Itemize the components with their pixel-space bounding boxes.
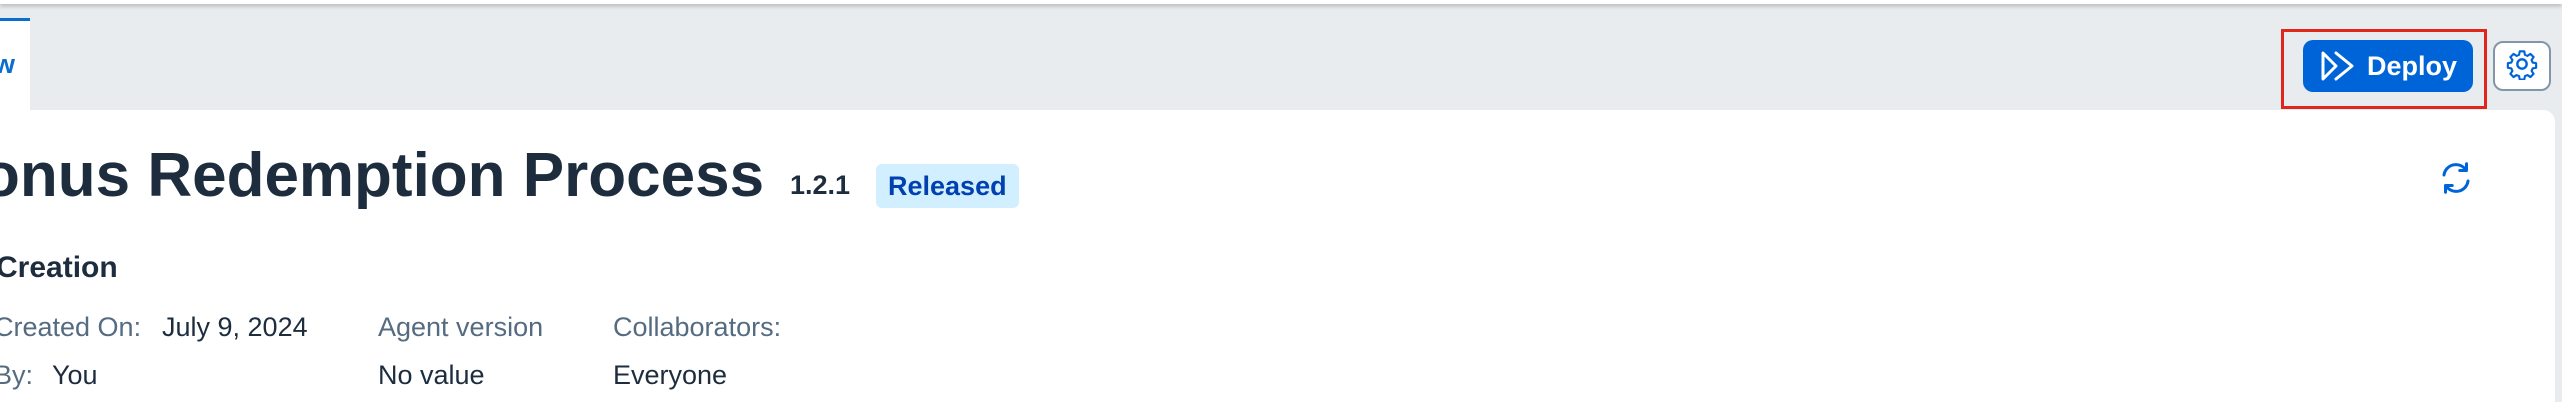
deploy-button[interactable]: Deploy: [2303, 40, 2473, 92]
created-on-value: July 9, 2024: [162, 312, 308, 342]
double-chevron-right-icon: [2321, 51, 2355, 81]
version-label: 1.2.1: [790, 170, 851, 200]
agent-version-value: No value: [378, 360, 485, 390]
collaborators-value: Everyone: [613, 360, 728, 390]
creation-section-title: Creation: [0, 251, 118, 284]
status-badge: Released: [876, 164, 1019, 208]
settings-button[interactable]: [2493, 41, 2551, 91]
gear-icon: [2506, 48, 2538, 85]
agent-version-label: Agent version: [378, 312, 544, 342]
created-by-label: By:: [0, 360, 34, 390]
page-title: onus Redemption Process: [0, 141, 765, 210]
created-on-label: Created On:: [0, 312, 142, 342]
app-page: w Deploy onus Redemption Process 1.2.1 R…: [0, 0, 2562, 402]
deploy-label: Deploy: [2367, 50, 2458, 81]
created-by-value: You: [52, 360, 98, 390]
refresh-icon[interactable]: [2438, 160, 2474, 196]
shell-bar: [0, 0, 2562, 4]
tab-label[interactable]: w: [0, 49, 15, 80]
collaborators-label: Collaborators:: [613, 312, 782, 342]
